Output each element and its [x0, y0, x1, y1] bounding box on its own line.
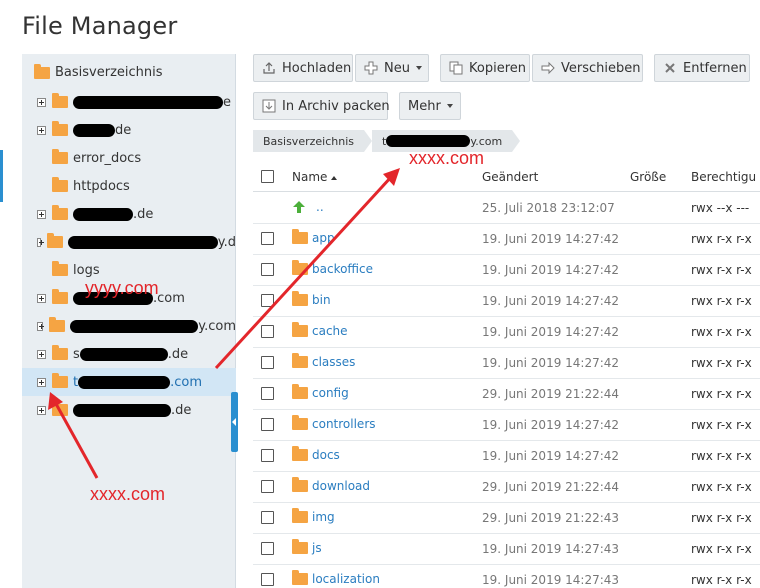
annotation-middle-label: yyyy.com: [85, 278, 159, 298]
annotation-bottom-label: xxxx.com: [90, 484, 166, 504]
annotation-arrow-bottom: [53, 401, 99, 479]
annotation-arrowhead-bottom: [48, 392, 63, 410]
annotation-top-label: xxxx.com: [409, 148, 485, 168]
annotation-arrow-top: [214, 174, 394, 370]
